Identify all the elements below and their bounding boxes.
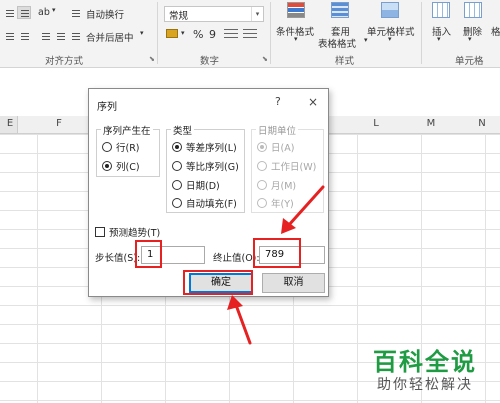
watermark-title: 百科全说 [373,348,477,376]
arrow-head [227,295,243,310]
arrow-line [234,303,252,345]
arrow-line [286,185,325,228]
watermark: 百科全说 助你轻松解决 [363,342,493,398]
watermark-subtitle: 助你轻松解决 [377,377,473,393]
